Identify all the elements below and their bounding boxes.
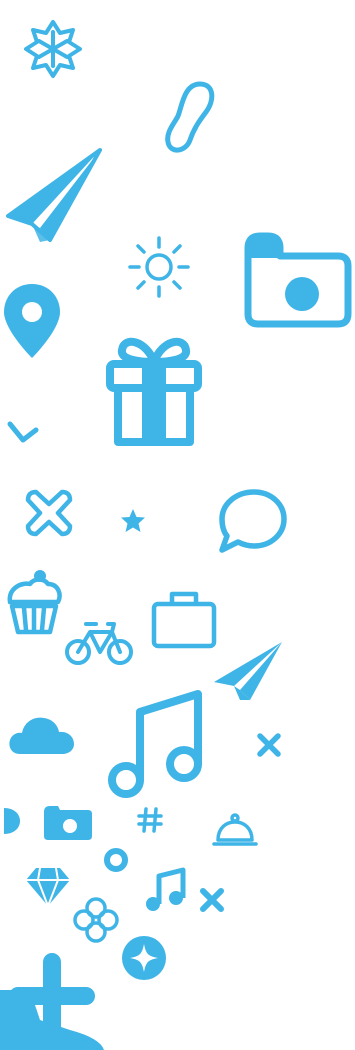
snowflake-badge-icon (24, 20, 82, 78)
location-pin-icon (4, 284, 60, 358)
hashtag-icon (137, 807, 163, 833)
ring-icon (104, 848, 128, 872)
flower-icon (73, 897, 119, 943)
sun-icon (128, 236, 190, 298)
footprint-icon (165, 81, 215, 153)
big-plus-icon (0, 953, 104, 1050)
gift-icon (106, 337, 202, 446)
camera-small-icon (44, 806, 92, 840)
diamond-icon (26, 867, 70, 909)
bicycle-icon (65, 622, 133, 665)
close-x-small-icon (200, 888, 224, 912)
paper-plane-icon (6, 148, 102, 242)
briefcase-icon (151, 591, 217, 649)
close-x-icon (257, 733, 281, 757)
paper-plane-small-icon (214, 642, 282, 700)
cloche-icon (212, 813, 258, 846)
camera-icon (244, 232, 352, 328)
icon-pattern-canvas (0, 0, 355, 1050)
music-note-icon (108, 690, 202, 798)
star-icon (121, 509, 145, 532)
sparkle-circle-icon (122, 936, 166, 980)
cross-outline-icon (25, 489, 73, 537)
speech-bubble-icon (219, 489, 287, 553)
half-circle-icon (4, 808, 20, 834)
chevron-icon (7, 421, 39, 443)
music-note-small-icon (146, 867, 186, 911)
cloud-icon (9, 717, 75, 754)
cupcake-icon (7, 570, 62, 635)
